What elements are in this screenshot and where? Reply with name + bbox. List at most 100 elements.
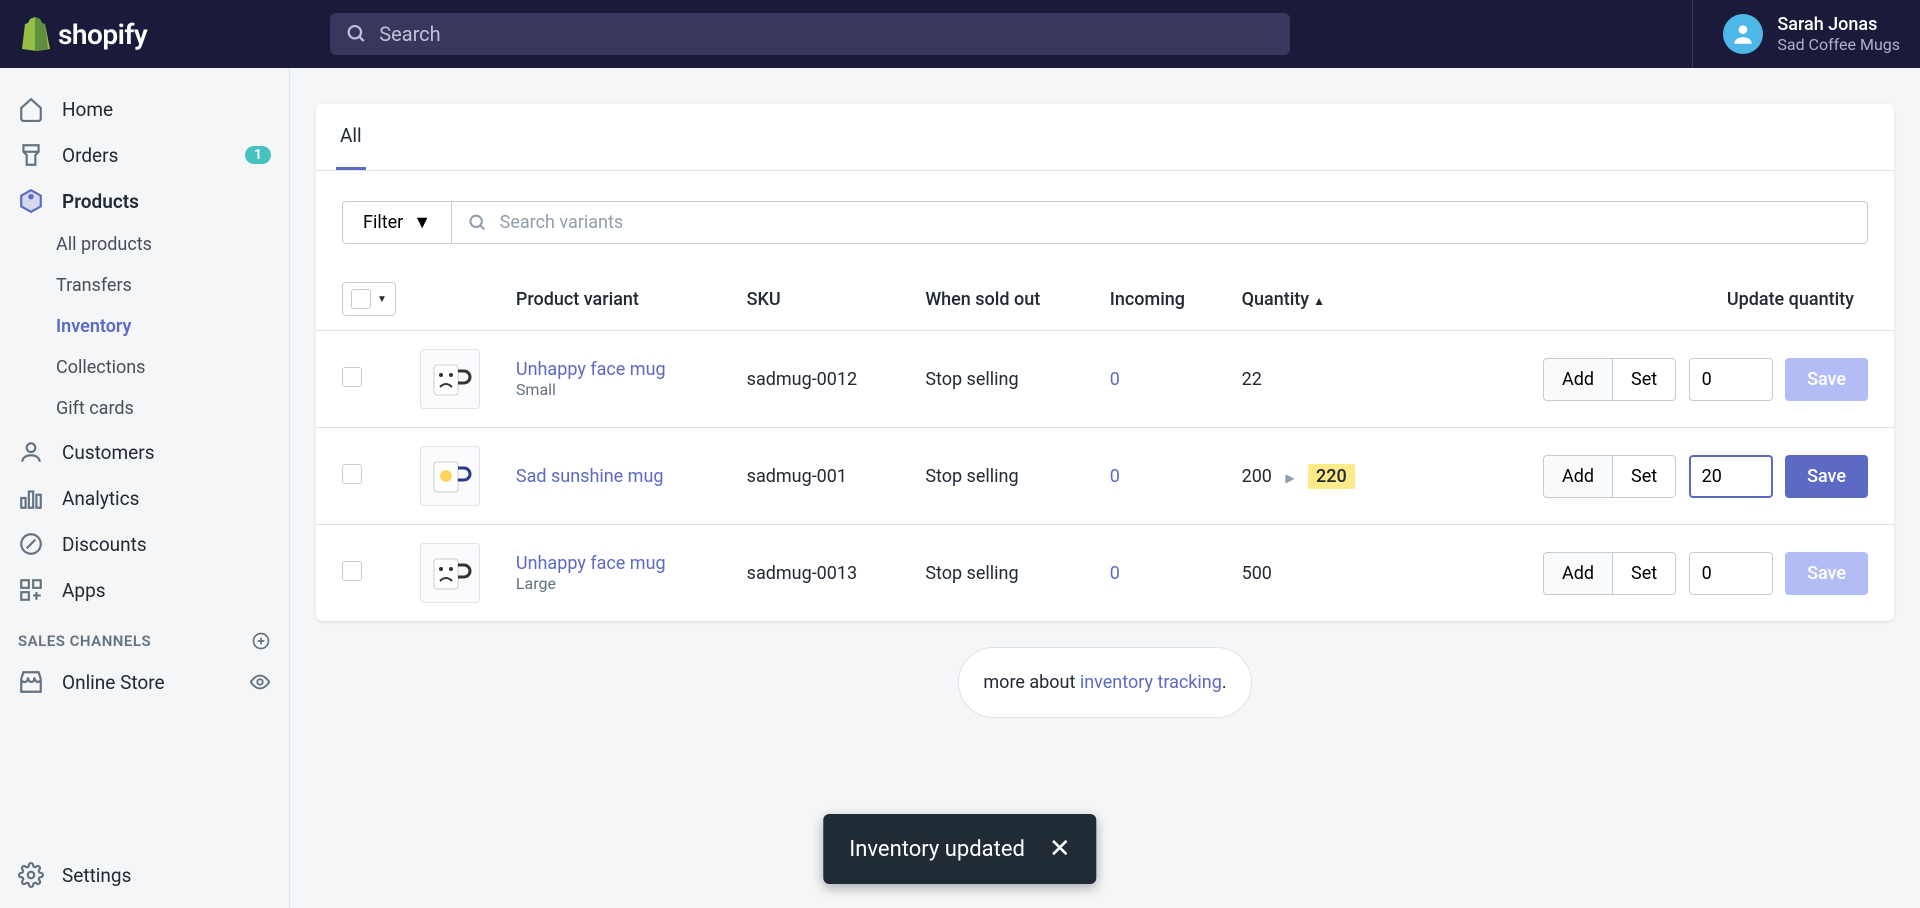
apps-icon bbox=[18, 577, 44, 603]
topbar: shopify Sarah Jonas Sad Coffee Mugs bbox=[0, 0, 1920, 68]
add-set-toggle: Add Set bbox=[1543, 455, 1676, 498]
sidebar-item-gift-cards[interactable]: Gift cards bbox=[0, 388, 289, 429]
set-button[interactable]: Set bbox=[1613, 358, 1676, 401]
sidebar-item-discounts[interactable]: Discounts bbox=[0, 521, 289, 567]
product-thumbnail[interactable] bbox=[420, 349, 480, 409]
section-title: SALES CHANNELS bbox=[18, 632, 151, 650]
gear-icon bbox=[18, 862, 44, 888]
sidebar-item-transfers[interactable]: Transfers bbox=[0, 265, 289, 306]
set-button[interactable]: Set bbox=[1613, 552, 1676, 595]
person-icon bbox=[1730, 21, 1756, 47]
shop-name: Sad Coffee Mugs bbox=[1777, 35, 1900, 54]
sidebar-item-label: Products bbox=[62, 190, 139, 213]
product-thumbnail[interactable] bbox=[420, 446, 480, 506]
select-all-checkbox[interactable]: ▼ bbox=[342, 282, 396, 316]
quantity-value: 500 bbox=[1242, 563, 1272, 584]
incoming-link[interactable]: 0 bbox=[1110, 369, 1120, 390]
product-thumbnail[interactable] bbox=[420, 543, 480, 603]
global-search[interactable] bbox=[330, 13, 1290, 55]
col-incoming[interactable]: Incoming bbox=[1098, 268, 1230, 331]
sidebar-item-orders[interactable]: Orders 1 bbox=[0, 132, 289, 178]
sidebar-item-label: Customers bbox=[62, 441, 155, 464]
add-set-toggle: Add Set bbox=[1543, 358, 1676, 401]
save-button[interactable]: Save bbox=[1785, 455, 1868, 498]
sidebar-item-label: Apps bbox=[62, 579, 106, 602]
table-row: Unhappy face mugLarge sadmug-0013 Stop s… bbox=[316, 525, 1894, 622]
variant-label: Large bbox=[516, 574, 723, 593]
sku-value: sadmug-0013 bbox=[735, 525, 914, 622]
set-button[interactable]: Set bbox=[1613, 455, 1676, 498]
sidebar-item-inventory[interactable]: Inventory bbox=[0, 306, 289, 347]
analytics-icon bbox=[18, 485, 44, 511]
sidebar-item-apps[interactable]: Apps bbox=[0, 567, 289, 613]
discounts-icon bbox=[18, 531, 44, 557]
row-checkbox[interactable] bbox=[342, 464, 362, 484]
quantity-input[interactable] bbox=[1689, 552, 1773, 595]
logo[interactable]: shopify bbox=[20, 17, 290, 51]
sidebar-item-label: Collections bbox=[56, 357, 145, 378]
col-sold-out[interactable]: When sold out bbox=[913, 268, 1097, 331]
table-row: Sad sunshine mug sadmug-001 Stop selling… bbox=[316, 428, 1894, 525]
inventory-card: All Filter ▼ ▼ Product variant bbox=[316, 104, 1894, 621]
caret-down-icon: ▼ bbox=[413, 212, 431, 233]
search-icon bbox=[468, 213, 488, 233]
sold-out-value: Stop selling bbox=[913, 525, 1097, 622]
row-checkbox[interactable] bbox=[342, 561, 362, 581]
close-icon[interactable]: ✕ bbox=[1049, 834, 1071, 864]
sidebar-item-products[interactable]: Products bbox=[0, 178, 289, 224]
incoming-link[interactable]: 0 bbox=[1110, 563, 1120, 584]
view-store-icon[interactable] bbox=[249, 671, 271, 693]
sidebar-item-customers[interactable]: Customers bbox=[0, 429, 289, 475]
save-button[interactable]: Save bbox=[1785, 552, 1868, 595]
col-sku[interactable]: SKU bbox=[735, 268, 914, 331]
incoming-link[interactable]: 0 bbox=[1110, 466, 1120, 487]
col-variant[interactable]: Product variant bbox=[504, 268, 735, 331]
sold-out-value: Stop selling bbox=[913, 331, 1097, 428]
quantity-input[interactable] bbox=[1689, 455, 1773, 498]
add-button[interactable]: Add bbox=[1543, 552, 1613, 595]
sidebar-item-collections[interactable]: Collections bbox=[0, 347, 289, 388]
add-button[interactable]: Add bbox=[1543, 358, 1613, 401]
arrow-right-icon: ▶ bbox=[1285, 471, 1294, 485]
sidebar-item-settings[interactable]: Settings bbox=[0, 852, 289, 908]
tab-all[interactable]: All bbox=[336, 104, 366, 170]
product-link[interactable]: Unhappy face mug bbox=[516, 553, 723, 574]
sidebar-item-label: Inventory bbox=[56, 316, 131, 337]
quantity-new: 220 bbox=[1308, 464, 1355, 489]
quantity-input[interactable] bbox=[1689, 358, 1773, 401]
sidebar-item-analytics[interactable]: Analytics bbox=[0, 475, 289, 521]
customers-icon bbox=[18, 439, 44, 465]
sidebar-item-label: Discounts bbox=[62, 533, 147, 556]
filter-button[interactable]: Filter ▼ bbox=[342, 201, 452, 244]
sidebar-item-online-store[interactable]: Online Store bbox=[0, 659, 289, 705]
sidebar-item-all-products[interactable]: All products bbox=[0, 224, 289, 265]
search-input[interactable] bbox=[379, 22, 1274, 46]
quantity-value: 22 bbox=[1242, 369, 1262, 390]
sidebar-item-home[interactable]: Home bbox=[0, 86, 289, 132]
add-button[interactable]: Add bbox=[1543, 455, 1613, 498]
variant-search-input[interactable] bbox=[500, 212, 1851, 233]
logo-text: shopify bbox=[58, 18, 147, 51]
row-checkbox[interactable] bbox=[342, 367, 362, 387]
product-link[interactable]: Unhappy face mug bbox=[516, 359, 723, 380]
caret-down-icon: ▼ bbox=[377, 294, 387, 305]
save-button[interactable]: Save bbox=[1785, 358, 1868, 401]
variant-search[interactable] bbox=[452, 201, 1868, 244]
sidebar-item-label: Transfers bbox=[56, 275, 132, 296]
search-icon bbox=[346, 23, 367, 45]
footer-help: more about inventory tracking. bbox=[958, 647, 1251, 718]
toast: Inventory updated ✕ bbox=[823, 814, 1096, 884]
toast-message: Inventory updated bbox=[849, 837, 1025, 862]
avatar bbox=[1723, 14, 1763, 54]
product-link[interactable]: Sad sunshine mug bbox=[516, 466, 723, 487]
sidebar-item-label: Online Store bbox=[62, 671, 165, 694]
user-name: Sarah Jonas bbox=[1777, 14, 1900, 35]
sidebar-item-label: Settings bbox=[62, 864, 131, 887]
inventory-tracking-link[interactable]: inventory tracking bbox=[1080, 672, 1222, 693]
inventory-table: ▼ Product variant SKU When sold out Inco… bbox=[316, 268, 1894, 621]
col-quantity[interactable]: Quantity▲ bbox=[1230, 268, 1412, 331]
add-channel-icon[interactable] bbox=[251, 631, 271, 651]
profile-menu[interactable]: Sarah Jonas Sad Coffee Mugs bbox=[1692, 0, 1900, 68]
sidebar-item-label: Home bbox=[62, 98, 113, 121]
footer-suffix: . bbox=[1222, 672, 1227, 693]
